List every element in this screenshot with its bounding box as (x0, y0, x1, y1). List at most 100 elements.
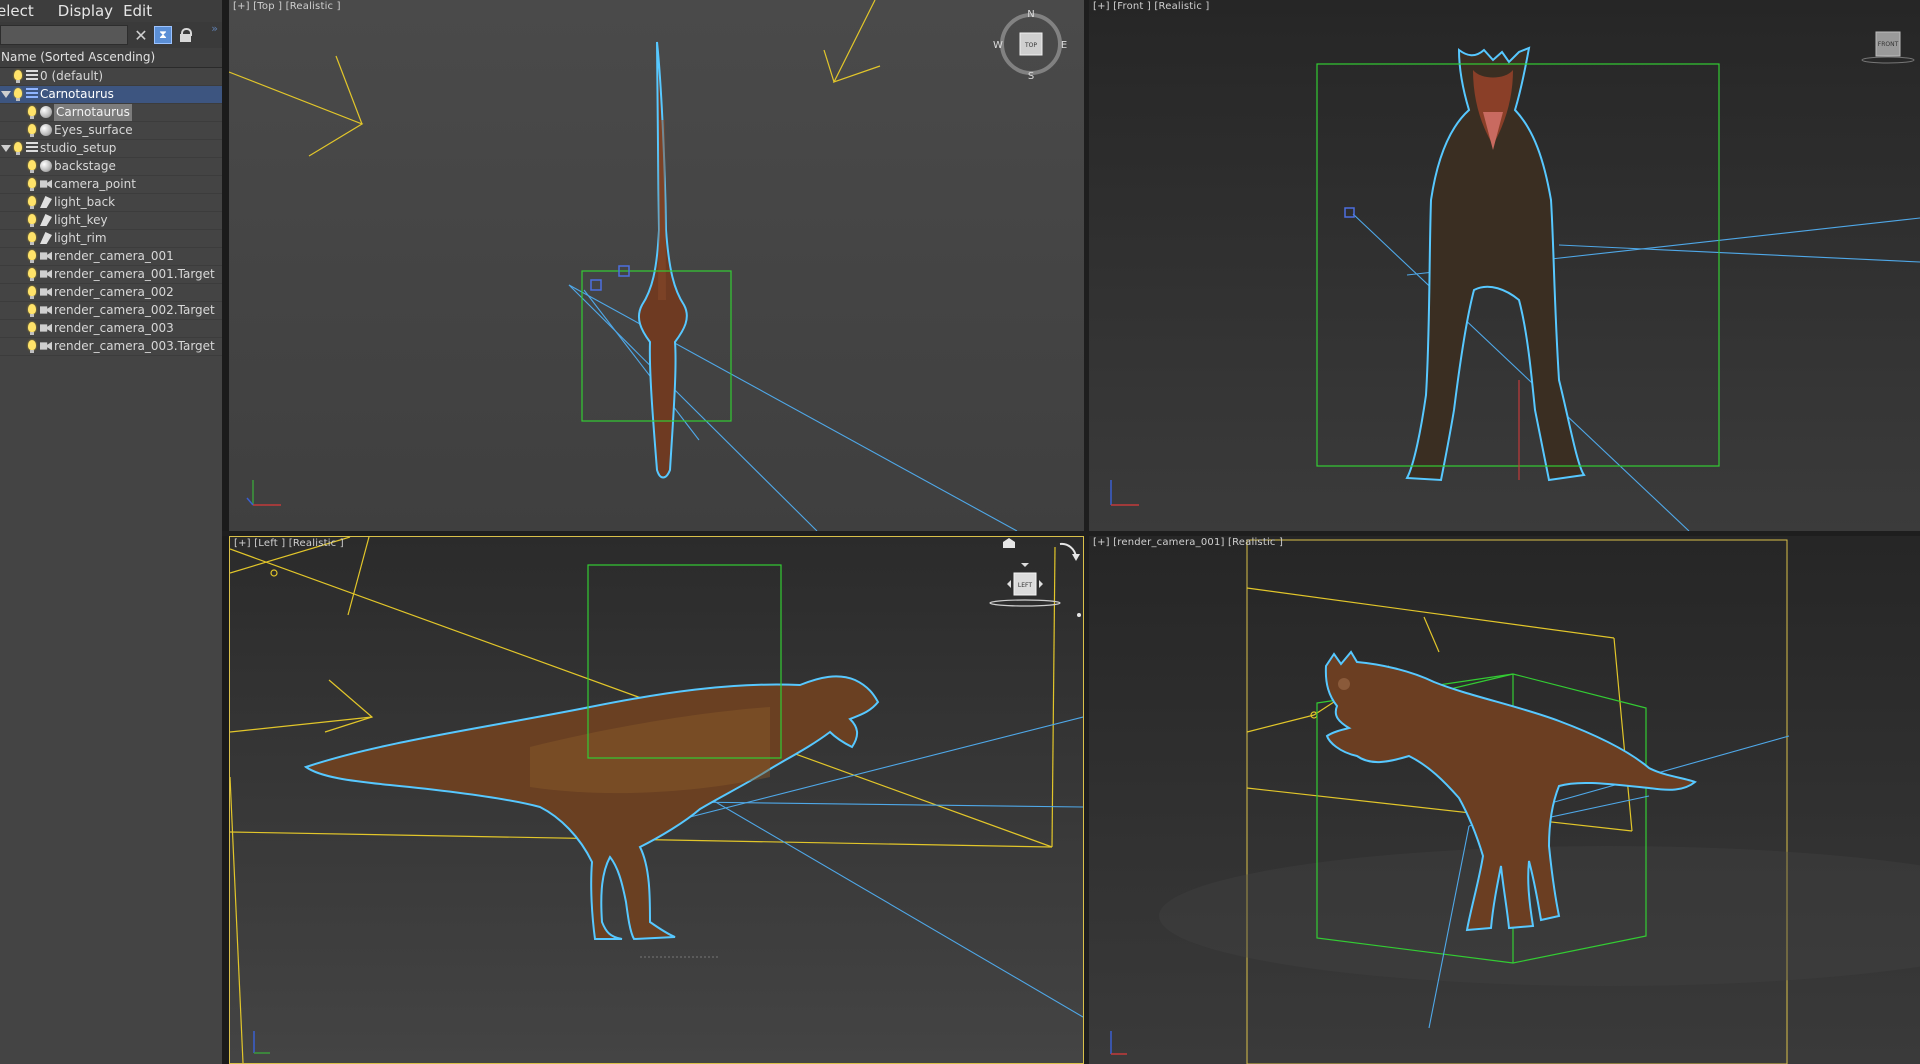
camera-target-lines (568, 284, 1018, 531)
tree-row-label: 0 (default) (40, 69, 104, 83)
carnotaurus-side-mesh[interactable] (303, 675, 880, 941)
light-icon (40, 196, 52, 208)
tree-row[interactable]: render_camera_002.Target (0, 302, 222, 320)
axis-tripod (253, 1031, 270, 1054)
tree-row-label: light_rim (54, 231, 107, 245)
viewcube-label: TOP (1024, 42, 1037, 49)
viewport-label-top[interactable]: [+] [Top ] [Realistic ] (233, 1, 341, 12)
sphere-icon (40, 160, 52, 172)
camera-icon (40, 305, 52, 315)
scene-tree: 0 (default) Carnotaurus Carnotaurus Eyes_su… (0, 68, 222, 356)
tree-row[interactable]: render_camera_003 (0, 320, 222, 338)
tree-row[interactable]: studio_setup (0, 140, 222, 158)
filter-icon[interactable]: ⧗ (154, 26, 172, 44)
visibility-bulb-icon[interactable] (28, 340, 36, 353)
tree-row-label: camera_point (54, 177, 136, 191)
tree-row[interactable]: light_rim (0, 230, 222, 248)
visibility-bulb-icon[interactable] (28, 232, 36, 245)
visibility-bulb-icon[interactable] (14, 70, 22, 83)
visibility-bulb-icon[interactable] (28, 250, 36, 263)
sphere-icon (40, 124, 52, 136)
tree-row-label: render_camera_002 (54, 285, 174, 299)
camera-icon (40, 251, 52, 261)
tree-row[interactable]: render_camera_003.Target (0, 338, 222, 356)
menu-edit[interactable]: Edit (123, 2, 162, 20)
axis-tripod (246, 480, 281, 506)
visibility-bulb-icon[interactable] (28, 106, 36, 119)
visibility-bulb-icon[interactable] (28, 268, 36, 281)
tree-row[interactable]: 0 (default) (0, 68, 222, 86)
viewport-left[interactable]: LEFT [+] [Left ] [Realistic ] (229, 536, 1084, 1064)
viewport-label-front[interactable]: [+] [Front ] [Realistic ] (1093, 1, 1210, 12)
tree-row-label: render_camera_002.Target (54, 303, 215, 317)
tree-row-label: Carnotaurus (40, 87, 114, 101)
tree-row[interactable]: render_camera_002 (0, 284, 222, 302)
home-icon[interactable] (1003, 538, 1015, 548)
visibility-bulb-icon[interactable] (28, 214, 36, 227)
tree-row-label: render_camera_003 (54, 321, 174, 335)
visibility-bulb-icon[interactable] (28, 178, 36, 191)
compass-west: W (993, 40, 1003, 51)
search-input[interactable] (0, 25, 128, 45)
menu-display[interactable]: Display (58, 2, 123, 20)
left-scene: LEFT (230, 537, 1083, 1063)
tree-row[interactable]: render_camera_001.Target (0, 266, 222, 284)
viewcube[interactable]: LEFT (989, 563, 1061, 607)
explorer-toolbar: ✕ ⧗ » (0, 22, 222, 48)
axis-tripod (1110, 1031, 1127, 1055)
tree-row[interactable]: render_camera_001 (0, 248, 222, 266)
tree-row[interactable]: backstage (0, 158, 222, 176)
visibility-bulb-icon[interactable] (28, 304, 36, 317)
lock-icon[interactable] (178, 27, 194, 43)
tree-row[interactable]: Carnotaurus (0, 86, 222, 104)
light-icon (40, 214, 52, 226)
tree-row[interactable]: camera_point (0, 176, 222, 194)
viewport-top[interactable]: TOP N S E W [+] [Top ] [Realistic ] (229, 0, 1084, 531)
tree-row-label: Carnotaurus (54, 104, 132, 121)
visibility-bulb-icon[interactable] (28, 124, 36, 137)
visibility-bulb-icon[interactable] (14, 88, 22, 101)
camera-icon (40, 323, 52, 333)
camera-scene (1110, 539, 1920, 1064)
visibility-bulb-icon[interactable] (14, 142, 22, 155)
viewcube-compass[interactable]: TOP N S E W (993, 9, 1067, 82)
scene-explorer: elect Display Edit ✕ ⧗ » Name (Sorted As… (0, 0, 223, 1064)
tree-row[interactable]: Carnotaurus (0, 104, 222, 122)
viewcube-label: FRONT (1878, 41, 1899, 48)
camera-icon (40, 269, 52, 279)
viewcube-label: LEFT (1018, 582, 1032, 589)
expand-arrow-icon[interactable] (1, 91, 11, 98)
camera-icon (40, 287, 52, 297)
settings-dot-icon[interactable] (1077, 613, 1081, 617)
viewport-front[interactable]: FRONT [+] [Front ] [Realistic ] (1089, 0, 1920, 531)
layer-icon (26, 88, 38, 100)
top-scene: TOP N S E W (229, 0, 1067, 531)
axis-tripod (1110, 480, 1139, 506)
visibility-bulb-icon[interactable] (28, 322, 36, 335)
expand-arrow-icon[interactable] (1, 145, 11, 152)
tree-row-label: backstage (54, 159, 116, 173)
visibility-bulb-icon[interactable] (28, 160, 36, 173)
column-header-name[interactable]: Name (Sorted Ascending) (0, 48, 222, 68)
viewport-label-left[interactable]: [+] [Left ] [Realistic ] (234, 538, 344, 549)
menu-select[interactable]: elect (0, 2, 58, 20)
tree-row[interactable]: light_key (0, 212, 222, 230)
visibility-bulb-icon[interactable] (28, 286, 36, 299)
camera-gizmo-top[interactable] (229, 0, 881, 157)
more-icon[interactable]: » (211, 22, 218, 35)
light-icon (40, 232, 52, 244)
rotate-icon[interactable] (1059, 542, 1080, 561)
viewport-camera[interactable]: [+] [render_camera_001] [Realistic ] (1089, 536, 1920, 1064)
clear-icon[interactable]: ✕ (132, 26, 150, 45)
tree-row-label: render_camera_003.Target (54, 339, 215, 353)
viewport-label-camera[interactable]: [+] [render_camera_001] [Realistic ] (1093, 537, 1283, 548)
explorer-menubar: elect Display Edit (0, 0, 222, 22)
tree-row-label: studio_setup (40, 141, 117, 155)
visibility-bulb-icon[interactable] (28, 196, 36, 209)
tree-row-label: light_key (54, 213, 108, 227)
compass-north: N (1027, 9, 1034, 20)
tree-row[interactable]: Eyes_surface (0, 122, 222, 140)
tree-row-label: light_back (54, 195, 116, 209)
viewcube[interactable]: FRONT (1861, 31, 1915, 64)
tree-row[interactable]: light_back (0, 194, 222, 212)
